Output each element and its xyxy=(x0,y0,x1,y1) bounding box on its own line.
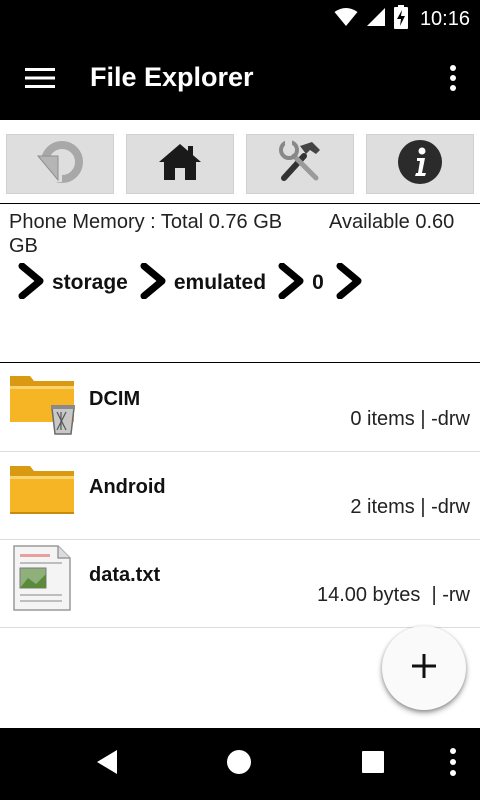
hamburger-menu-icon xyxy=(25,67,55,94)
app-bar: File Explorer xyxy=(0,38,480,120)
nav-more-button[interactable] xyxy=(446,746,460,782)
file-meta: 14.00 bytes | -rw xyxy=(316,584,470,606)
file-name: DCIM xyxy=(89,388,141,410)
more-vert-icon xyxy=(449,64,457,97)
system-nav-bar xyxy=(0,728,480,800)
nav-home-button[interactable] xyxy=(224,746,254,782)
wifi-icon xyxy=(334,7,358,32)
text-file-icon xyxy=(8,544,76,612)
status-bar: 10:16 xyxy=(0,0,480,38)
breadcrumb: storage emulated 0 xyxy=(18,262,362,304)
info-icon xyxy=(397,139,443,190)
breadcrumb-label: 0 xyxy=(312,271,324,294)
memory-total-text: Phone Memory : Total 0.76 GB xyxy=(9,211,283,233)
file-meta: 0 items | -drw xyxy=(350,408,470,430)
chevron-right-icon xyxy=(140,262,166,304)
info-button[interactable] xyxy=(366,134,474,194)
cell-signal-icon xyxy=(366,7,386,32)
memory-unit-text: GB xyxy=(9,235,38,257)
breadcrumb-item-0[interactable]: 0 xyxy=(278,262,336,304)
nav-back-icon xyxy=(95,749,119,780)
nav-recents-button[interactable] xyxy=(358,746,388,782)
breadcrumb-label: storage xyxy=(52,271,128,294)
file-name: Android xyxy=(89,476,166,498)
toolbar xyxy=(0,120,480,204)
nav-more-icon xyxy=(449,747,457,782)
tools-icon xyxy=(276,138,324,191)
chevron-right-icon xyxy=(278,262,304,304)
breadcrumb-item-storage[interactable]: storage xyxy=(18,262,140,304)
list-item-dcim[interactable]: DCIM 0 items | -drw xyxy=(0,364,480,452)
home-button[interactable] xyxy=(126,134,234,194)
menu-button[interactable] xyxy=(20,60,60,100)
home-icon xyxy=(157,142,203,187)
list-item-android[interactable]: Android 2 items | -drw xyxy=(0,452,480,540)
chevron-right-icon xyxy=(18,262,44,304)
folder-icon xyxy=(8,456,76,524)
nav-back-button[interactable] xyxy=(92,746,122,782)
memory-available-text: Available 0.60 xyxy=(329,211,455,233)
folder-trash-icon xyxy=(8,368,76,436)
tools-button[interactable] xyxy=(246,134,354,194)
breadcrumb-item-emulated[interactable]: emulated xyxy=(140,262,278,304)
back-arrow-icon xyxy=(34,140,86,189)
status-icons: 10:16 xyxy=(334,4,470,34)
battery-charging-icon xyxy=(393,4,408,34)
nav-recents-icon xyxy=(361,750,385,779)
plus-icon xyxy=(412,653,436,683)
chevron-right-icon xyxy=(336,262,362,304)
file-name: data.txt xyxy=(89,564,161,586)
app-title: File Explorer xyxy=(90,62,254,92)
list-item-data-txt[interactable]: data.txt 14.00 bytes | -rw xyxy=(0,540,480,628)
file-list: DCIM 0 items | -drw Android 2 items | -d… xyxy=(0,364,480,628)
nav-home-icon xyxy=(226,749,252,780)
overflow-menu-button[interactable] xyxy=(446,60,460,100)
storage-info-panel: Phone Memory : Total 0.76 GB Available 0… xyxy=(0,205,480,363)
back-button[interactable] xyxy=(6,134,114,194)
breadcrumb-end[interactable] xyxy=(336,262,362,304)
file-meta: 2 items | -drw xyxy=(350,496,470,518)
status-time: 10:16 xyxy=(419,7,470,30)
add-fab-button[interactable] xyxy=(382,626,466,710)
breadcrumb-label: emulated xyxy=(173,271,267,294)
